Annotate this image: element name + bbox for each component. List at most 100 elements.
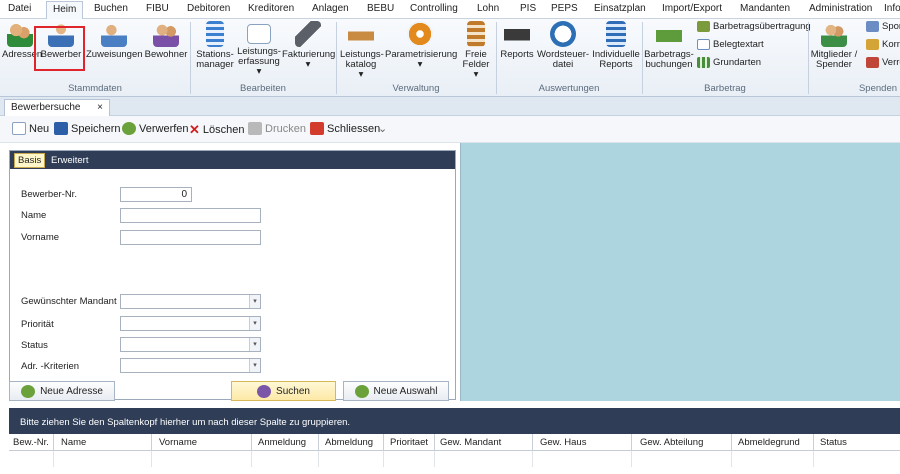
prioritaet-select[interactable]: ▾: [120, 316, 261, 331]
status-select[interactable]: ▾: [120, 337, 261, 352]
column-divider[interactable]: [151, 434, 152, 451]
menu-tab-administration[interactable]: Administration: [809, 3, 872, 14]
menu-tab-bebu[interactable]: BEBU: [367, 3, 394, 14]
column-header[interactable]: Bew.-Nr.: [13, 437, 49, 448]
column-header[interactable]: Anmeldung: [258, 437, 306, 448]
printer-icon: [504, 21, 530, 47]
barbetragsuebertragung-button[interactable]: Barbetragsübertragung: [697, 21, 811, 32]
group-by-bar[interactable]: Bitte ziehen Sie den Spaltenkopf hierher…: [9, 408, 900, 434]
menu-tab-einsatzplan[interactable]: Einsatzplan: [594, 3, 646, 14]
dropdown-arrow-icon[interactable]: ▾: [249, 295, 260, 308]
korrektur-button[interactable]: Korre: [866, 39, 900, 50]
column-header[interactable]: Status: [820, 437, 847, 448]
neu-button[interactable]: Neu: [12, 122, 49, 135]
preview-panel: [460, 143, 900, 401]
cell-divider: [53, 451, 54, 467]
menu-tab-import-export[interactable]: Import/Export: [662, 3, 722, 14]
menu-tab-buchen[interactable]: Buchen: [94, 3, 128, 14]
column-header[interactable]: Abmeldegrund: [738, 437, 800, 448]
column-divider[interactable]: [318, 434, 319, 451]
cell-divider: [731, 451, 732, 467]
menu-tab-kreditoren[interactable]: Kreditoren: [248, 3, 294, 14]
column-header[interactable]: Gew. Abteilung: [640, 437, 703, 448]
adressen-button[interactable]: Adressen: [2, 21, 42, 60]
add-address-icon: [21, 384, 36, 398]
leistungserfassung-button[interactable]: Leistungs- erfassung ▾: [237, 21, 281, 77]
vorname-input[interactable]: [120, 230, 261, 245]
discard-icon: [122, 122, 136, 135]
dropdown-arrow-icon[interactable]: ▾: [249, 359, 260, 372]
tab-basis[interactable]: Basis: [14, 153, 46, 168]
schliessen-button[interactable]: Schliessen: [310, 122, 380, 135]
neue-auswahl-button[interactable]: Neue Auswahl: [343, 381, 449, 401]
menu-tab-lohn[interactable]: Lohn: [477, 3, 499, 14]
parametrisierung-button[interactable]: Parametrisierung ▾: [385, 21, 457, 70]
menu-tab-info[interactable]: Info: [884, 3, 900, 14]
leistungskatalog-button[interactable]: Leistungs- katalog ▾: [340, 21, 384, 80]
speichern-button[interactable]: Speichern: [54, 122, 121, 135]
menu-tab-pis[interactable]: PIS: [520, 3, 536, 14]
stationsmanager-button[interactable]: Stations- manager: [194, 21, 236, 70]
menu-tab-mandanten[interactable]: Mandanten: [740, 3, 790, 14]
column-divider[interactable]: [532, 434, 533, 451]
menu-tab-peps[interactable]: PEPS: [551, 3, 578, 14]
cell-divider: [532, 451, 533, 467]
column-divider[interactable]: [631, 434, 632, 451]
menu-tab-fibu[interactable]: FIBU: [146, 3, 169, 14]
column-header[interactable]: Gew. Mandant: [440, 437, 501, 448]
verwerfen-button[interactable]: Verwerfen: [122, 122, 189, 135]
print-icon: [248, 122, 262, 135]
drucken-button[interactable]: Drucken: [248, 122, 306, 135]
sponsor-button[interactable]: Spon: [866, 21, 900, 32]
menu-tab-debitoren[interactable]: Debitoren: [187, 3, 230, 14]
loeschen-button[interactable]: ✕ Löschen: [189, 122, 245, 138]
column-header[interactable]: Name: [61, 437, 86, 448]
toolbar-overflow-icon[interactable]: ⌄: [378, 122, 387, 135]
bewohner-button[interactable]: Bewohner: [144, 21, 188, 60]
close-icon[interactable]: ×: [97, 102, 103, 114]
column-divider[interactable]: [731, 434, 732, 451]
close-window-icon: [310, 122, 324, 135]
document-tab-bar: Bewerbersuche ×: [0, 97, 900, 116]
tab-bewerbersuche[interactable]: Bewerbersuche ×: [4, 99, 110, 116]
column-header[interactable]: Vorname: [159, 437, 197, 448]
menu-tab-datei[interactable]: Datei: [8, 3, 31, 14]
vorname-label: Vorname: [21, 232, 60, 243]
column-divider[interactable]: [383, 434, 384, 451]
mitglieder-spender-button[interactable]: Mitglieder / Spender: [810, 21, 858, 70]
column-divider[interactable]: [434, 434, 435, 451]
invoice-icon: [295, 21, 321, 47]
table-row[interactable]: [9, 451, 900, 467]
wordsteuerdatei-button[interactable]: Wordsteuer- datei: [537, 21, 589, 70]
barbetragsbuchungen-button[interactable]: Barbetrags- buchungen: [644, 21, 694, 70]
cart-icon: [866, 57, 879, 68]
dropdown-arrow-icon[interactable]: ▾: [249, 317, 260, 330]
dropdown-arrow-icon[interactable]: ▾: [249, 338, 260, 351]
mandant-select[interactable]: ▾: [120, 294, 261, 309]
grundarten-button[interactable]: Grundarten: [697, 57, 761, 68]
cash-icon: [656, 21, 682, 47]
reports-button[interactable]: Reports: [500, 21, 534, 60]
column-divider[interactable]: [251, 434, 252, 451]
fakturierung-button[interactable]: Fakturierung ▾: [282, 21, 335, 70]
column-header[interactable]: Prioritaet: [390, 437, 428, 448]
column-header[interactable]: Abmeldung: [325, 437, 373, 448]
menu-tab-heim[interactable]: Heim: [46, 1, 84, 20]
freie-felder-button[interactable]: Freie Felder ▾: [460, 21, 492, 80]
column-divider[interactable]: [53, 434, 54, 451]
kriterien-select[interactable]: ▾: [120, 358, 261, 373]
column-header[interactable]: Gew. Haus: [540, 437, 586, 448]
name-input[interactable]: [120, 208, 261, 223]
belegtextart-button[interactable]: Belegtextart: [697, 39, 764, 50]
tab-erweitert[interactable]: Erweitert: [48, 154, 91, 167]
search-icon: [257, 384, 272, 398]
individuelle-reports-button[interactable]: Individuelle Reports: [592, 21, 640, 70]
verrechnung-button[interactable]: Verre: [866, 57, 900, 68]
zuweisungen-button[interactable]: Zuweisungen: [86, 21, 143, 60]
menu-tab-controlling[interactable]: Controlling: [410, 3, 458, 14]
suchen-button[interactable]: Suchen: [231, 381, 336, 401]
bewerber-nr-input[interactable]: 0: [120, 187, 192, 202]
neue-adresse-button[interactable]: Neue Adresse: [9, 381, 115, 401]
column-divider[interactable]: [813, 434, 814, 451]
menu-tab-anlagen[interactable]: Anlagen: [312, 3, 349, 14]
